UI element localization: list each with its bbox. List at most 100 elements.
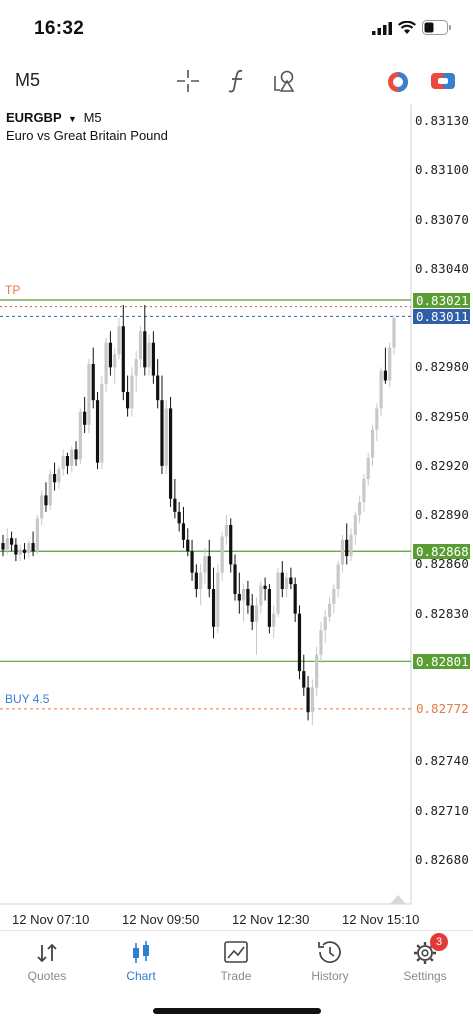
signal-icon	[372, 22, 392, 35]
candle-body	[358, 501, 362, 516]
candle-body	[284, 577, 289, 590]
candle-body	[78, 411, 82, 460]
candle-body	[345, 539, 349, 557]
candle-body	[242, 589, 246, 601]
candle-body	[181, 523, 186, 540]
one-click-trading-icon[interactable]	[386, 70, 410, 94]
candle-body	[383, 370, 388, 381]
nav-history[interactable]: History	[283, 931, 377, 1001]
candle-body	[151, 342, 155, 376]
candle-body	[52, 474, 57, 483]
price-tag: 0.83021	[413, 292, 470, 308]
nav-settings-label: Settings	[403, 969, 447, 983]
candle-body	[315, 654, 319, 688]
candle-body	[104, 342, 108, 384]
shift-chart-icon	[390, 895, 406, 904]
nav-chart-label: Chart	[126, 969, 156, 983]
price-tick-label: 0.82680	[415, 852, 470, 867]
symbol-title[interactable]: EURGBP ▼ M5	[6, 110, 102, 125]
candle-body	[229, 524, 233, 565]
price-tick-label: 0.82710	[415, 802, 470, 818]
candle-body	[87, 364, 91, 425]
candle-body	[9, 538, 14, 545]
candle-body	[44, 495, 48, 506]
candle-body	[83, 411, 87, 425]
candle-body	[302, 671, 306, 688]
status-time: 16:32	[34, 18, 85, 39]
candle-body	[353, 515, 357, 535]
candle-body	[327, 603, 332, 617]
candle-body	[216, 572, 220, 627]
chart-area[interactable]	[0, 104, 473, 910]
nav-settings[interactable]: 3 Settings	[378, 931, 472, 1001]
price-tick-label: 0.82830	[415, 605, 470, 621]
candle-body	[306, 687, 310, 713]
trade-panel-icon[interactable]	[430, 70, 456, 92]
candle-body	[121, 326, 125, 392]
candle-body	[18, 549, 22, 555]
candle-body	[173, 498, 177, 512]
objects-icon[interactable]	[272, 68, 298, 94]
nav-quotes[interactable]: Quotes	[0, 931, 94, 1001]
candle-body	[362, 479, 366, 502]
candle-body	[349, 534, 353, 557]
price-tag: 0.82801	[413, 653, 470, 669]
price-tag: 0.83011	[413, 308, 470, 324]
candle-body	[246, 589, 250, 606]
candle-body	[194, 572, 198, 590]
time-tick-label: 12 Nov 09:50	[122, 912, 200, 927]
candle-body	[319, 630, 323, 655]
time-tick-label: 12 Nov 12:30	[232, 912, 310, 927]
candle-body	[74, 449, 78, 460]
price-tick-label: 0.82950	[415, 408, 470, 424]
wifi-icon	[398, 21, 416, 34]
price-tick-label: 0.82740	[415, 753, 470, 769]
home-indicator	[153, 1008, 321, 1014]
candle-body	[220, 536, 224, 573]
candle-body	[126, 391, 130, 409]
candle-body	[35, 518, 39, 552]
line-label: BUY 4.5	[5, 691, 50, 706]
candle-body	[203, 556, 207, 573]
candle-body	[164, 408, 168, 466]
candle-body	[160, 400, 164, 466]
candle-body	[130, 375, 134, 409]
time-tick-label: 12 Nov 07:10	[12, 912, 90, 927]
candle-body	[14, 544, 18, 555]
price-tag: 0.82868	[413, 543, 470, 559]
candle-body	[168, 408, 173, 499]
price-tag: 0.82772	[416, 701, 469, 717]
candle-body	[336, 564, 340, 590]
candle-body	[27, 543, 31, 553]
price-chart[interactable]	[0, 104, 473, 910]
function-icon[interactable]	[226, 68, 248, 94]
nav-chart[interactable]: Chart	[94, 931, 188, 1001]
candle-body	[61, 456, 65, 470]
candle-body	[70, 449, 74, 466]
candle-body	[375, 408, 379, 430]
chart-toolbar: M5	[0, 58, 473, 104]
candle-body	[117, 326, 121, 355]
candle-body	[199, 572, 203, 590]
candle-body	[211, 589, 216, 627]
notification-badge: 3	[430, 933, 448, 951]
timeframe-button[interactable]: M5	[15, 70, 40, 91]
candle-body	[263, 585, 267, 590]
price-tick-label: 0.83040	[415, 260, 470, 276]
settings-icon	[414, 942, 436, 964]
candle-body	[5, 538, 9, 550]
symbol-description: Euro vs Great Britain Pound	[6, 128, 168, 143]
price-tick-label: 0.82890	[415, 507, 470, 523]
candle-body	[1, 543, 5, 550]
price-tick-label: 0.83070	[415, 211, 470, 227]
candle-body	[65, 456, 70, 466]
nav-trade[interactable]: Trade	[189, 931, 283, 1001]
price-tick-label: 0.83130	[415, 113, 470, 128]
candle-body	[340, 539, 345, 565]
crosshair-icon[interactable]	[176, 69, 200, 93]
candle-body	[293, 584, 297, 614]
candle-body	[280, 572, 284, 590]
candle-body	[147, 342, 151, 368]
symbol-dropdown-icon[interactable]: ▼	[68, 114, 77, 124]
candle-body	[95, 400, 100, 463]
